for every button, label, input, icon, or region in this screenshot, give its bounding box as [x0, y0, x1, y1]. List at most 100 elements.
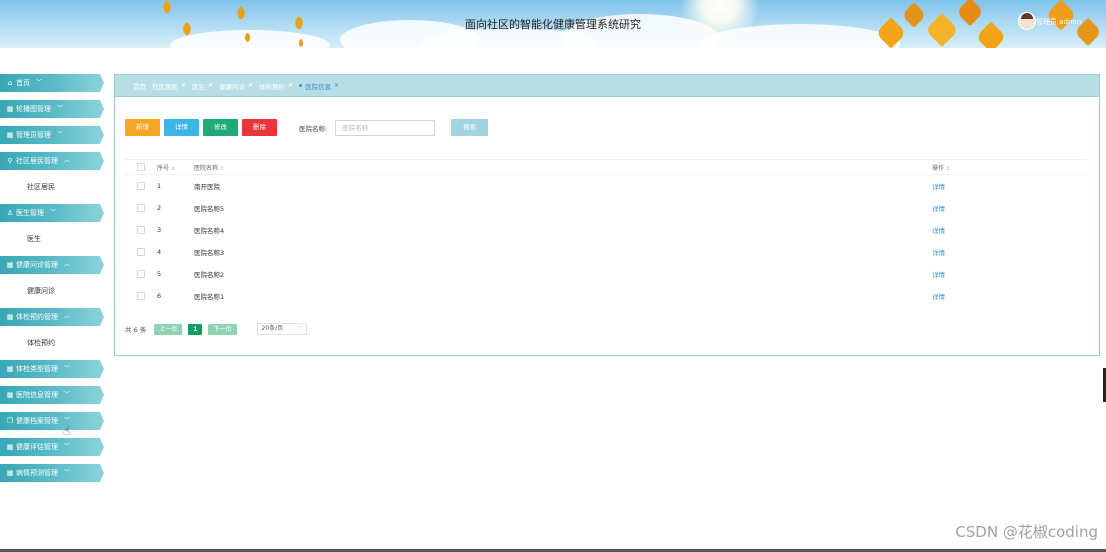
sort-icon[interactable]: ⇕: [946, 166, 950, 172]
table-row[interactable]: 4 医院名称3 详情: [125, 241, 1087, 263]
chevron-down-icon: ﹀: [57, 105, 64, 112]
close-icon[interactable]: ✕: [288, 82, 293, 89]
detail-link[interactable]: 详情: [932, 293, 945, 301]
edit-button[interactable]: 修改: [203, 119, 238, 136]
watermark: CSDN @花椒coding: [955, 523, 1098, 541]
sidebar-item-label: 病情预测管理: [16, 469, 58, 477]
sidebar-item-doctors[interactable]: ♙ 医生管理 ﹀: [0, 204, 104, 222]
tab-label: 首页: [133, 82, 146, 91]
user-icon: ♙: [6, 209, 14, 217]
cell-name: 医院名称3: [194, 249, 225, 257]
tab-label: 体检预约: [259, 82, 286, 91]
detail-button[interactable]: 详情: [164, 119, 199, 136]
sort-icon[interactable]: ⇕: [171, 166, 175, 172]
table-row[interactable]: 2 医院名称5 详情: [125, 197, 1087, 219]
row-checkbox[interactable]: [137, 204, 145, 212]
tab-doctors[interactable]: 医生 ✕: [192, 81, 213, 91]
row-checkbox[interactable]: [137, 270, 145, 278]
sidebar-item-home[interactable]: ⌂ 首页 ﹀: [0, 74, 104, 92]
sidebar-item-consultation[interactable]: ▦ 健康问诊管理 ︿: [0, 256, 104, 274]
table-row[interactable]: 1 南开医院 详情: [125, 175, 1087, 197]
sort-icon[interactable]: ⇕: [220, 166, 224, 172]
sidebar-item-health-records[interactable]: ❐ 健康档案管理 ﹀: [0, 412, 104, 430]
row-checkbox[interactable]: [137, 226, 145, 234]
select-all-checkbox[interactable]: [137, 163, 145, 171]
page-1-button[interactable]: 1: [188, 323, 203, 335]
cell-no: 5: [157, 270, 162, 278]
hand-cursor-icon: ☝: [63, 424, 71, 438]
chevron-down-icon: ﹀: [64, 469, 71, 476]
column-header-no[interactable]: 序号 ⇕: [157, 163, 194, 172]
row-checkbox[interactable]: [137, 182, 145, 190]
search-input[interactable]: 医院名称: [335, 119, 436, 136]
column-header-name[interactable]: 医院名称 ⇕: [194, 163, 929, 172]
next-page-button[interactable]: 下一页: [208, 323, 237, 335]
chevron-up-icon: ︿: [64, 157, 71, 164]
sidebar-menu: ⌂ 首页 ﹀ ▦ 轮播图管理 ﹀ ▦ 管理员管理 ﹀ ⚲ 社区居民管理 ︿ 社区…: [0, 74, 104, 490]
close-icon[interactable]: ✕: [248, 82, 253, 89]
sidebar-item-label: 首页: [16, 79, 30, 87]
page-size-select[interactable]: 20条/页 ﹀: [256, 323, 307, 335]
table-header: 序号 ⇕ 医院名称 ⇕ 操作 ⇕: [125, 159, 1087, 175]
table-row[interactable]: 6 医院名称1 详情: [125, 285, 1087, 307]
sidebar-subitem-checkup-booking[interactable]: 体检预约: [0, 334, 104, 352]
chevron-down-icon: ﹀: [296, 326, 302, 332]
sidebar-subitem-consultation[interactable]: 健康问诊: [0, 282, 104, 300]
sidebar-subitem-residents[interactable]: 社区居民: [0, 178, 104, 196]
toolbar: 新增 详情 修改 删除 医院名称: 医院名称 搜索: [125, 119, 492, 136]
sidebar-item-carousel[interactable]: ▦ 轮播图管理 ﹀: [0, 100, 104, 118]
close-icon[interactable]: ✕: [334, 82, 339, 89]
sidebar-item-residents[interactable]: ⚲ 社区居民管理 ︿: [0, 152, 104, 170]
search-button[interactable]: 搜索: [451, 119, 489, 136]
detail-link[interactable]: 详情: [932, 183, 945, 191]
grid-icon: ▦: [6, 313, 14, 321]
user-name[interactable]: 管理员 admin: [1036, 17, 1081, 27]
chevron-down-icon: ﹀: [36, 79, 43, 86]
tab-consultation[interactable]: 健康问诊 ✕: [219, 81, 253, 91]
tab-hospital-info[interactable]: 医院信息 ✕: [299, 81, 339, 91]
active-dot-icon: [299, 84, 303, 87]
row-checkbox[interactable]: [137, 248, 145, 256]
close-icon[interactable]: ✕: [208, 82, 213, 89]
cell-no: 6: [157, 292, 162, 300]
add-button[interactable]: 新增: [125, 119, 160, 136]
select-all-cell: [125, 163, 157, 171]
copy-icon: ❐: [6, 417, 14, 425]
sidebar-subitem-doctors[interactable]: 医生: [0, 230, 104, 248]
detail-link[interactable]: 详情: [932, 205, 945, 213]
row-checkbox[interactable]: [137, 292, 145, 300]
sidebar-item-label: 医院信息管理: [16, 391, 58, 399]
sidebar-item-checkup-booking[interactable]: ▦ 体检预约管理 ︿: [0, 308, 104, 326]
chevron-down-icon: ﹀: [50, 209, 57, 216]
sidebar-item-label: 管理员管理: [16, 131, 51, 139]
chevron-down-icon: ﹀: [64, 391, 71, 398]
grid-icon: ▦: [6, 469, 14, 477]
table-row[interactable]: 5 医院名称2 详情: [125, 263, 1087, 285]
close-icon[interactable]: ✕: [181, 82, 186, 89]
sidebar-item-admin[interactable]: ▦ 管理员管理 ﹀: [0, 126, 104, 144]
detail-link[interactable]: 详情: [932, 227, 945, 235]
sidebar-item-label: 体检类型管理: [16, 365, 58, 373]
sidebar-item-label: 健康评估管理: [16, 443, 58, 451]
avatar[interactable]: [1018, 12, 1036, 30]
sidebar-item-hospital-info[interactable]: ▦ 医院信息管理 ﹀: [0, 386, 104, 404]
detail-link[interactable]: 详情: [932, 249, 945, 257]
tab-home[interactable]: 首页: [133, 81, 146, 91]
sidebar-item-health-assessment[interactable]: ▦ 健康评估管理 ﹀: [0, 438, 104, 456]
tab-label: 社区居民: [152, 82, 178, 91]
cell-no: 4: [157, 248, 162, 256]
cell-name: 医院名称4: [194, 227, 225, 235]
sidebar-item-checkup-type[interactable]: ▦ 体检类型管理 ﹀: [0, 360, 104, 378]
hospital-table: 序号 ⇕ 医院名称 ⇕ 操作 ⇕ 1 南开医院 详情 2 医院名称5 详情 3 医院名…: [125, 159, 1087, 307]
sidebar-item-disease-prediction[interactable]: ▦ 病情预测管理 ﹀: [0, 464, 104, 482]
prev-page-button[interactable]: 上一页: [154, 323, 183, 335]
cell-name: 医院名称2: [194, 271, 225, 279]
column-header-action[interactable]: 操作 ⇕: [929, 163, 1082, 172]
tab-residents[interactable]: 社区居民 ✕: [152, 81, 186, 91]
grid-icon: ▦: [6, 131, 14, 139]
table-row[interactable]: 3 医院名称4 详情: [125, 219, 1087, 241]
detail-link[interactable]: 详情: [932, 271, 945, 279]
delete-button[interactable]: 删除: [242, 119, 277, 136]
tab-checkup-booking[interactable]: 体检预约 ✕: [259, 81, 293, 91]
chevron-down-icon: ﹀: [57, 131, 64, 138]
